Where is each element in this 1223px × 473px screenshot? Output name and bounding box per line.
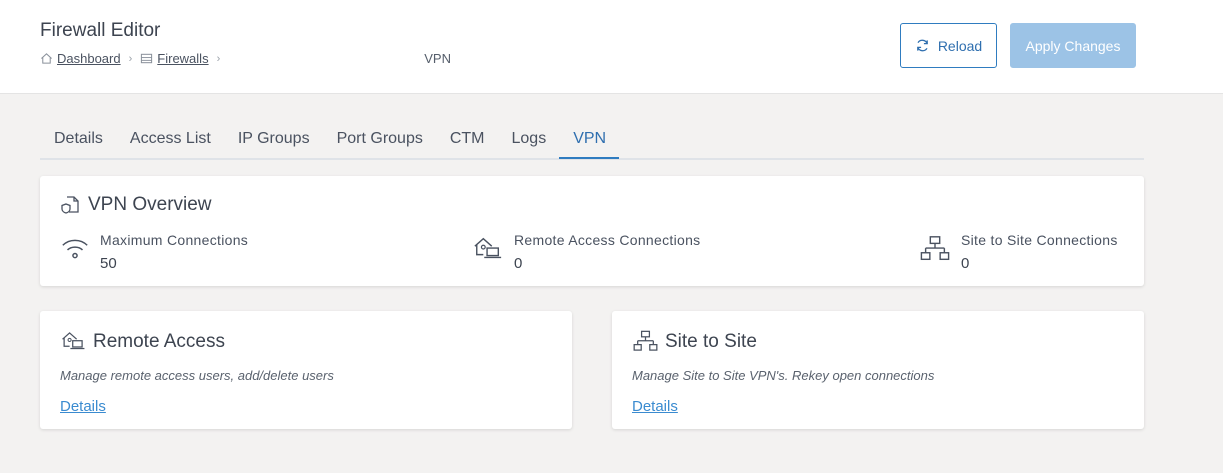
reload-button[interactable]: Reload	[900, 23, 997, 68]
remote-access-title: Remote Access	[93, 330, 225, 352]
stat-value: 50	[100, 255, 117, 272]
document-shield-icon	[61, 196, 79, 214]
stat-site-to-site-connections: Site to Site Connections 0	[919, 232, 1118, 272]
tab-ip-groups[interactable]: IP Groups	[224, 121, 323, 159]
stat-remote-access-connections: Remote Access Connections 0	[472, 232, 700, 272]
site-to-site-card: Site to Site Manage Site to Site VPN's. …	[612, 311, 1144, 429]
chevron-right-icon: ›	[216, 52, 221, 65]
site-to-site-title: Site to Site	[665, 330, 757, 352]
remote-access-heading: Remote Access	[60, 329, 225, 354]
vpn-overview-title: VPN Overview	[88, 194, 212, 215]
page-title: Firewall Editor	[40, 20, 161, 41]
chevron-right-icon: ›	[128, 52, 133, 65]
tab-ctm[interactable]: CTM	[436, 121, 498, 159]
stat-label: Remote Access Connections	[514, 232, 701, 248]
wifi-icon	[62, 239, 88, 259]
tab-access-list[interactable]: Access List	[116, 121, 224, 159]
vpn-overview-card: VPN Overview Maximum Connections 50 Remo…	[40, 176, 1144, 286]
refresh-icon	[916, 39, 928, 52]
stat-max-connections: Maximum Connections 50	[60, 232, 248, 272]
network-icon	[920, 236, 950, 261]
reload-label: Reload	[937, 37, 983, 54]
page-header: Firewall Editor Dashboard › Firewalls › …	[0, 0, 1223, 94]
remote-access-details-link[interactable]: Details	[60, 398, 106, 415]
home-laptop-icon	[474, 237, 502, 259]
stat-value: 0	[514, 255, 523, 272]
home-icon	[41, 53, 52, 64]
tab-details[interactable]: Details	[40, 121, 116, 159]
remote-access-card: Remote Access Manage remote access users…	[40, 311, 572, 429]
tab-logs[interactable]: Logs	[498, 121, 560, 159]
stat-value: 0	[961, 255, 970, 272]
breadcrumb-firewalls-link[interactable]: Firewalls	[157, 51, 208, 66]
vpn-overview-heading: VPN Overview	[60, 194, 212, 216]
network-icon	[633, 330, 658, 351]
site-to-site-heading: Site to Site	[632, 329, 757, 354]
list-icon	[141, 53, 153, 64]
site-to-site-details-link[interactable]: Details	[632, 398, 678, 415]
breadcrumb-dashboard-link[interactable]: Dashboard	[57, 51, 121, 66]
breadcrumb: Dashboard › Firewalls › VPN	[40, 51, 451, 66]
tab-bar: Details Access List IP Groups Port Group…	[40, 121, 1144, 160]
tab-vpn[interactable]: VPN	[559, 121, 620, 159]
stat-label: Maximum Connections	[100, 232, 249, 248]
stat-label: Site to Site Connections	[961, 232, 1118, 248]
breadcrumb-current: VPN	[424, 51, 451, 66]
remote-access-description: Manage remote access users, add/delete u…	[60, 368, 334, 383]
apply-changes-button[interactable]: Apply Changes	[1010, 23, 1136, 68]
home-laptop-icon	[62, 332, 85, 350]
site-to-site-description: Manage Site to Site VPN's. Rekey open co…	[632, 368, 935, 383]
tab-port-groups[interactable]: Port Groups	[323, 121, 436, 159]
